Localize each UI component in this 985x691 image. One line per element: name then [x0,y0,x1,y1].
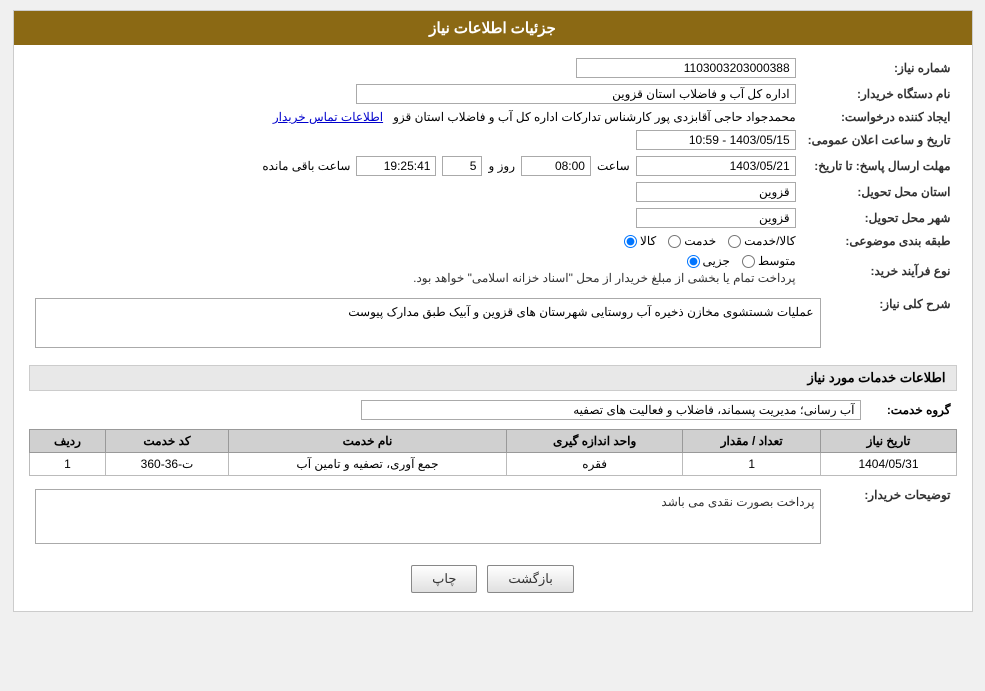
announce-display: 1403/05/15 - 10:59 [636,130,796,150]
description-value-cell: عملیات شستشوی مخازن ذخیره آب روستایی شهر… [29,291,827,355]
description-display: عملیات شستشوی مخازن ذخیره آب روستایی شهر… [35,298,821,348]
creator-text: محمدجواد حاجی آقابزدی پور کارشناس تدارکا… [393,110,796,124]
org-value: اداره کل آب و فاضلاب استان قزوین [29,81,802,107]
description-label: شرح کلی نیاز: [827,291,957,355]
category-options: کالا/خدمت خدمت کالا [29,231,802,251]
purchase-motavasset-radio[interactable] [742,255,755,268]
col-date: تاریخ نیاز [821,430,956,453]
notes-grid: توضیحات خریدار: پرداخت بصورت نقدی می باش… [29,482,957,551]
category-khedmat-label: خدمت [684,234,716,248]
purchase-label: نوع فرآیند خرید: [802,251,957,291]
need-number-value: 1103003203000388 [95,55,802,81]
city-value: قزوین [29,205,802,231]
category-label: طبقه بندی موضوعی: [802,231,957,251]
province-display: قزوین [636,182,796,202]
city-label: شهر محل تحویل: [802,205,957,231]
category-khedmat-option[interactable]: خدمت [668,234,716,248]
main-container: جزئیات اطلاعات نیاز شماره نیاز: 11030032… [13,10,973,612]
org-label: نام دستگاه خریدار: [802,81,957,107]
purchase-info-text: پرداخت تمام یا بخشی از مبلغ خریدار از مح… [35,268,796,288]
buyer-notes-display: پرداخت بصورت نقدی می باشد [35,489,821,544]
purchase-motavasset-option[interactable]: متوسط [742,254,796,268]
print-button[interactable]: چاپ [411,565,477,593]
announce-value: 1403/05/15 - 10:59 [29,127,802,153]
need-number-display: 1103003203000388 [576,58,796,78]
service-group-table: گروه خدمت: آب رسانی؛ مدیریت پسماند، فاضل… [29,397,957,423]
deadline-days-label: روز و [488,159,515,173]
category-kala-radio[interactable] [624,235,637,248]
buyer-notes-label: توضیحات خریدار: [827,482,957,551]
purchase-jozyi-option[interactable]: جزیی [687,254,730,268]
description-grid: شرح کلی نیاز: عملیات شستشوی مخازن ذخیره … [29,291,957,355]
page-title: جزئیات اطلاعات نیاز [429,20,556,37]
purchase-motavasset-label: متوسط [758,254,796,268]
back-button[interactable]: بازگشت [487,565,573,593]
cell-row: 1 [29,453,106,476]
deadline-remaining-label: ساعت باقی مانده [262,159,350,173]
need-number-label: شماره نیاز: [802,55,957,81]
cell-qty: 1 [682,453,821,476]
cell-name: جمع آوری، تصفیه و تامین آب [228,453,507,476]
creator-value: محمدجواد حاجی آقابزدی پور کارشناس تدارکا… [29,107,802,127]
service-group-display: آب رسانی؛ مدیریت پسماند، فاضلاب و فعالیت… [361,400,861,420]
category-khedmat-radio[interactable] [668,235,681,248]
announce-label: تاریخ و ساعت اعلان عمومی: [802,127,957,153]
deadline-date-display: 1403/05/21 [636,156,796,176]
content-area: شماره نیاز: 1103003203000388 نام دستگاه … [14,45,972,611]
buyer-notes-value-cell: پرداخت بصورت نقدی می باشد [29,482,827,551]
cell-date: 1404/05/31 [821,453,956,476]
purchase-jozyi-radio[interactable] [687,255,700,268]
services-table: تاریخ نیاز تعداد / مقدار واحد اندازه گیر… [29,429,957,476]
col-row: ردیف [29,430,106,453]
deadline-time-display: 08:00 [521,156,591,176]
cell-code: ت-36-360 [106,453,228,476]
purchase-jozyi-label: جزیی [703,254,730,268]
page-header: جزئیات اطلاعات نیاز [14,11,972,45]
purchase-radio-group: متوسط جزیی [687,254,796,268]
buttons-row: بازگشت چاپ [29,565,957,593]
col-qty: تعداد / مقدار [682,430,821,453]
category-kala-khedmat-radio[interactable] [728,235,741,248]
org-display: اداره کل آب و فاضلاب استان قزوین [356,84,796,104]
cell-unit: فقره [507,453,683,476]
category-radio-group: کالا/خدمت خدمت کالا [624,234,796,248]
info-grid: شماره نیاز: 1103003203000388 نام دستگاه … [29,55,957,291]
creator-link[interactable]: اطلاعات تماس خریدار [273,110,383,124]
category-kala-khedmat-label: کالا/خدمت [744,234,795,248]
col-name: نام خدمت [228,430,507,453]
deadline-remaining-display: 19:25:41 [356,156,436,176]
deadline-label: مهلت ارسال پاسخ: تا تاریخ: [802,153,957,179]
category-kala-option[interactable]: کالا [624,234,656,248]
category-kala-khedmat-option[interactable]: کالا/خدمت [728,234,795,248]
creator-label: ایجاد کننده درخواست: [802,107,957,127]
province-label: استان محل تحویل: [802,179,957,205]
services-section-title: اطلاعات خدمات مورد نیاز [29,365,957,391]
service-group-label: گروه خدمت: [867,397,957,423]
province-value: قزوین [29,179,802,205]
deadline-days-display: 5 [442,156,482,176]
category-kala-label: کالا [640,234,656,248]
col-unit: واحد اندازه گیری [507,430,683,453]
service-group-value: آب رسانی؛ مدیریت پسماند، فاضلاب و فعالیت… [29,397,867,423]
city-display: قزوین [636,208,796,228]
col-code: کد خدمت [106,430,228,453]
table-row: 1404/05/31 1 فقره جمع آوری، تصفیه و تامی… [29,453,956,476]
purchase-options: متوسط جزیی پرداخت تمام یا بخشی از مبلغ خ… [29,251,802,291]
deadline-time-label: ساعت [597,159,630,173]
deadline-row: 1403/05/21 ساعت 08:00 روز و 5 19:25:41 س… [29,153,802,179]
